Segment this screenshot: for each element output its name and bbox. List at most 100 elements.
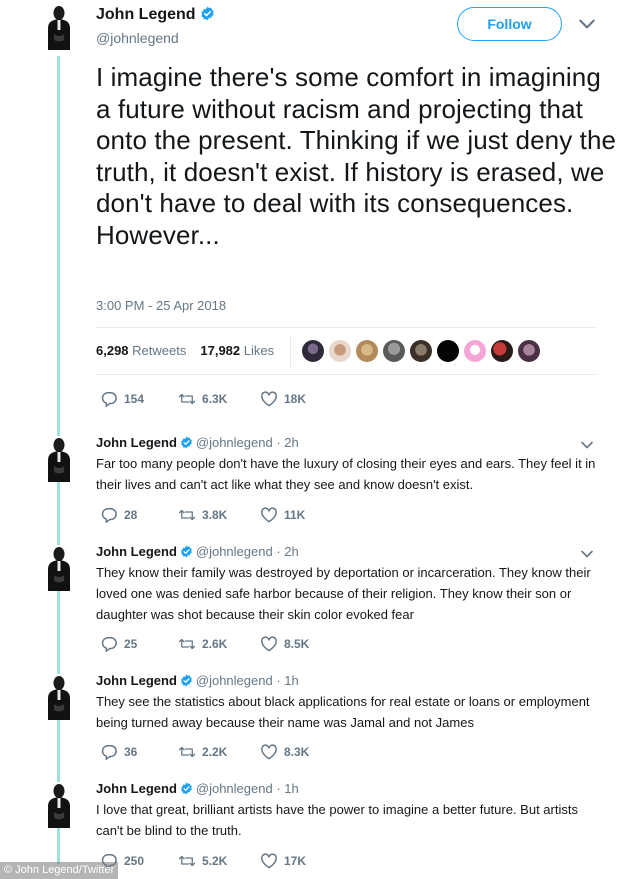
liker-avatar[interactable] [464,340,486,362]
retweet-button[interactable]: 6.3K [178,391,260,407]
reply-header: John Legend @johnlegend · 2h [96,435,299,450]
reply-count: 28 [124,508,138,522]
liker-avatar[interactable] [437,340,459,362]
retweet-icon [178,853,196,869]
follow-button[interactable]: Follow [457,7,562,41]
liker-avatar[interactable] [383,340,405,362]
retweet-icon [178,391,196,407]
retweet-button[interactable]: 2.2K [178,744,260,760]
retweets-stat[interactable]: 6,298 Retweets [96,343,186,358]
reply-header: John Legend @johnlegend · 1h [96,673,299,688]
liker-avatar[interactable] [410,340,432,362]
like-button[interactable]: 17K [260,853,306,869]
reply-actions: 36 2.2K 8.3K [100,744,309,760]
avatar[interactable] [42,545,76,591]
liker-avatar[interactable] [302,340,324,362]
heart-icon [260,507,278,523]
reply-time[interactable]: · 2h [276,544,298,559]
more-options-chevron-icon[interactable] [581,440,593,450]
verified-badge-icon [200,6,215,21]
reply-header: John Legend @johnlegend · 1h [96,781,299,796]
verified-badge-icon [180,782,193,795]
reply-count: 154 [124,392,145,406]
reply-button[interactable]: 36 [100,744,178,760]
reply-handle[interactable]: @johnlegend [196,544,273,559]
reply-count: 250 [124,854,145,868]
reply-button[interactable]: 28 [100,507,178,523]
reply-time[interactable]: · 1h [276,781,298,796]
tweet-text: I imagine there's some comfort in imagin… [96,62,617,250]
reply-text: They see the statistics about black appl… [96,694,590,730]
reply-handle[interactable]: @johnlegend [196,435,273,450]
liker-avatar[interactable] [491,340,513,362]
like-button[interactable]: 8.5K [260,636,309,652]
reply-icon [100,636,118,652]
like-button[interactable]: 18K [260,391,306,407]
like-button[interactable]: 11K [260,507,305,523]
reply-actions: 250 5.2K 17K [100,853,306,869]
avatar[interactable] [42,782,76,828]
author-handle[interactable]: @johnlegend [96,30,179,46]
avatar[interactable] [42,436,76,482]
reply-time[interactable]: · 2h [276,435,298,450]
reply-icon [100,744,118,760]
reply-author-name[interactable]: John Legend [96,544,177,559]
retweet-icon [178,636,196,652]
heart-icon [260,636,278,652]
liker-avatars [302,340,540,362]
like-button[interactable]: 8.3K [260,744,309,760]
reply-handle[interactable]: @johnlegend [196,781,273,796]
tweet-timestamp[interactable]: 3:00 PM - 25 Apr 2018 [96,298,226,313]
retweet-count: 6.3K [202,392,228,406]
retweet-button[interactable]: 3.8K [178,507,260,523]
avatar[interactable] [42,4,76,50]
reply-time[interactable]: · 1h [276,673,298,688]
heart-icon [260,744,278,760]
like-count: 8.5K [284,637,310,651]
verified-badge-icon [180,545,193,558]
author-name[interactable]: John Legend [96,6,215,24]
reply-author-name[interactable]: John Legend [96,435,177,450]
author-name-text[interactable]: John Legend [96,6,196,23]
retweet-icon [178,744,196,760]
retweet-count: 3.8K [202,508,228,522]
reply-count: 36 [124,745,138,759]
reply-handle[interactable]: @johnlegend [196,673,273,688]
reply-icon [100,507,118,523]
like-count: 8.3K [284,745,310,759]
reply-button[interactable]: 154 [100,391,178,407]
liker-avatar[interactable] [356,340,378,362]
reply-author-name[interactable]: John Legend [96,781,177,796]
retweet-count: 2.6K [202,637,228,651]
like-count: 11K [284,508,306,522]
reply-icon [100,391,118,407]
retweet-button[interactable]: 2.6K [178,636,260,652]
heart-icon [260,391,278,407]
reply-text: They know their family was destroyed by … [96,565,591,622]
image-credit-watermark: © John Legend/Twitter [0,862,119,879]
reply-author-name[interactable]: John Legend [96,673,177,688]
more-options-chevron-icon[interactable] [579,16,595,32]
likes-label: Likes [243,343,275,358]
retweet-count: 2.2K [202,745,228,759]
liker-avatar[interactable] [329,340,351,362]
likes-stat[interactable]: 17,982 Likes [200,343,274,358]
verified-badge-icon [180,436,193,449]
retweet-button[interactable]: 5.2K [178,853,260,869]
retweets-label: Retweets [132,343,187,358]
tweet-actions: 154 6.3K 18K [100,391,306,407]
liker-avatar[interactable] [518,340,540,362]
retweet-count: 5.2K [202,854,228,868]
divider [96,374,596,375]
like-count: 18K [284,392,307,406]
reply-text: Far too many people don't have the luxur… [96,456,596,492]
reply-button[interactable]: 25 [100,636,178,652]
avatar[interactable] [42,674,76,720]
engagement-stats: 6,298 Retweets 17,982 Likes [96,343,274,358]
more-options-chevron-icon[interactable] [581,549,593,559]
retweets-count: 6,298 [96,343,129,358]
reply-actions: 25 2.6K 8.5K [100,636,309,652]
likes-count: 17,982 [200,343,241,358]
stats-separator [290,336,291,368]
reply-actions: 28 3.8K 11K [100,507,305,523]
